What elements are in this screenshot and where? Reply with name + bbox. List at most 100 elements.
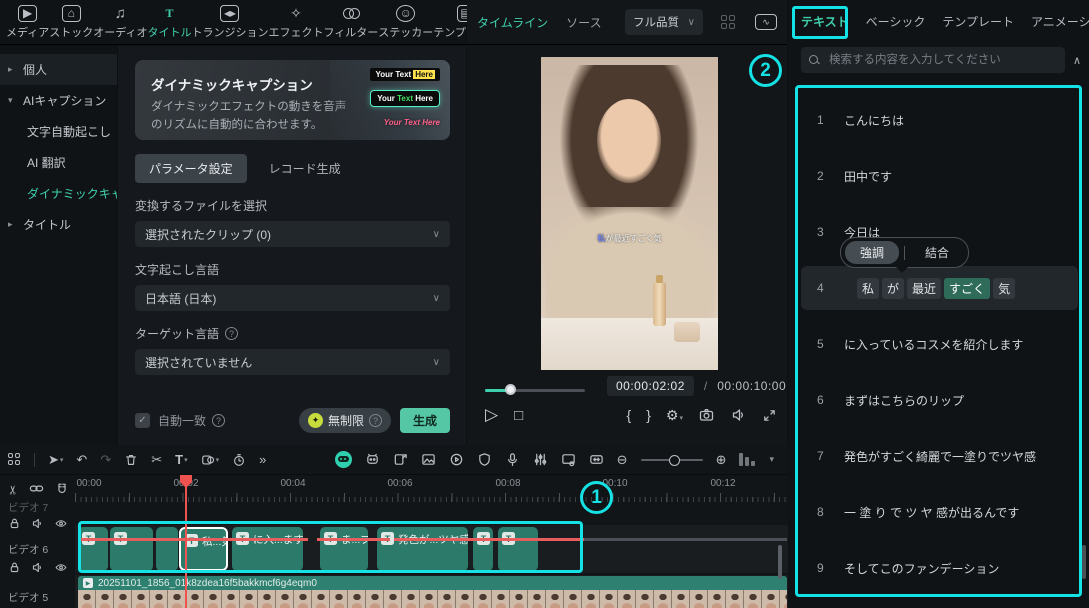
word-chip[interactable]: 気 (993, 278, 1015, 299)
timeline-scrollbar-thumb[interactable] (778, 545, 782, 579)
mark-out-icon[interactable]: } (646, 407, 651, 423)
hide-track-icon[interactable] (54, 561, 68, 577)
scrollbar-thumb[interactable] (1082, 545, 1086, 579)
text-clip[interactable]: T... (498, 527, 538, 571)
mark-in-icon[interactable]: { (627, 407, 632, 423)
delete-icon[interactable] (124, 453, 138, 467)
fullscreen-icon[interactable] (762, 408, 777, 423)
tab-media[interactable]: ▶メディア (6, 5, 49, 40)
more-tools-icon[interactable]: » (259, 452, 266, 467)
sidebar-item-personal[interactable]: ▸個人 (0, 54, 117, 85)
list-item[interactable]: 1こんにちは (788, 92, 1089, 148)
select-tool-icon[interactable]: ➤▾ (48, 452, 63, 468)
text-clip[interactable] (156, 527, 178, 571)
auto-match-checkbox[interactable]: ✓ (135, 413, 150, 428)
help-icon[interactable]: ? (225, 327, 238, 340)
list-item[interactable]: 8一 塗 り で ツ ヤ 感が出るんです (788, 484, 1089, 540)
link-clips-icon[interactable] (29, 481, 44, 499)
selected-row-body[interactable]: 4 私 が 最近 すごく 気 (801, 266, 1078, 310)
selected-clips-dropdown[interactable]: 選択されたクリップ (0)∨ (135, 221, 450, 247)
ai-bot-outline-icon[interactable] (365, 452, 380, 467)
row-text[interactable]: に入っているコスメを紹介します (844, 336, 1023, 353)
collapse-panel-icon[interactable]: ∧ (1073, 54, 1081, 67)
scopes-icon[interactable]: ∿ (755, 14, 777, 30)
screen-record-icon[interactable] (561, 452, 576, 467)
snap-magnet-icon[interactable] (55, 482, 69, 499)
sidebar-item-title[interactable]: ▸タイトル (0, 209, 117, 240)
sidebar-item-auto-transcribe[interactable]: 文字自動起こし (0, 116, 117, 147)
unlimited-badge[interactable]: ✦無制限? (299, 408, 391, 433)
text-clip[interactable]: T (78, 527, 108, 571)
sidebar-item-ai-caption[interactable]: ▾AIキャプション (0, 85, 117, 116)
tab-template[interactable]: テンプレート (942, 13, 1014, 30)
track-height-icon[interactable] (739, 453, 755, 466)
speed-timer-icon[interactable] (232, 453, 246, 467)
quality-dropdown[interactable]: フル品質∨ (625, 9, 703, 35)
tab-title[interactable]: Tタイトル (147, 5, 191, 40)
text-clip[interactable]: Tに入...ます (232, 527, 303, 571)
row-text[interactable]: 発色がすごく綺麗で一塗りでツヤ感 (844, 448, 1036, 465)
video-preview[interactable]: 私が最近すごく気 (541, 57, 718, 370)
ai-assistant-icon[interactable] (335, 451, 352, 468)
tab-basic[interactable]: ベーシック (866, 13, 926, 30)
scene-detect-icon[interactable] (421, 452, 436, 467)
speaker-icon[interactable] (730, 407, 747, 423)
target-language-dropdown[interactable]: 選択されていません∨ (135, 349, 450, 375)
playhead[interactable] (185, 475, 187, 608)
tab-record-generate[interactable]: レコード生成 (269, 154, 341, 183)
transcribe-language-dropdown[interactable]: 日本語 (日本)∨ (135, 285, 450, 311)
split-scissors-icon[interactable]: ✂ (151, 452, 162, 468)
seek-track[interactable] (485, 389, 585, 392)
tab-text[interactable]: テキスト (801, 13, 849, 30)
emphasis-button[interactable]: 強調 (845, 241, 899, 264)
shield-icon[interactable] (477, 452, 492, 467)
tab-stock[interactable]: ⌂ストック (49, 5, 93, 40)
preview-seekbar[interactable] (485, 383, 585, 397)
list-item[interactable]: 5に入っているコスメを紹介します (788, 316, 1089, 372)
tab-audio[interactable]: ♫オーディオ (93, 5, 147, 40)
list-item[interactable]: 2田中です (788, 148, 1089, 204)
generate-button[interactable]: 生成 (400, 408, 450, 433)
tab-transition[interactable]: ◂▸トランジション (191, 5, 268, 40)
tab-effect[interactable]: ✧エフェクト (268, 5, 323, 40)
text-clip[interactable]: Tま...プ (320, 527, 368, 571)
play-button[interactable]: ▷ (485, 405, 498, 425)
seek-handle[interactable] (505, 384, 516, 395)
sidebar-item-dynamic-caption[interactable]: ダイナミックキャプシ... (0, 178, 117, 209)
word-chip[interactable]: が (882, 278, 904, 299)
zoom-out-icon[interactable]: ⊖ (617, 452, 628, 468)
list-item-selected[interactable]: 強調 結合 4 私 が 最近 すごく 気 (788, 260, 1089, 316)
tab-parameter-settings[interactable]: パラメータ設定 (135, 154, 247, 183)
mask-icon[interactable]: ▾ (201, 453, 220, 467)
timeline-zoom-slider[interactable] (641, 459, 703, 461)
undo-icon[interactable]: ↶ (76, 452, 87, 468)
stop-button[interactable]: □ (514, 407, 523, 424)
row-text[interactable]: 田中です (844, 168, 892, 185)
tab-timeline-preview[interactable]: タイムライン (477, 14, 548, 31)
tab-source-preview[interactable]: ソース (566, 14, 601, 31)
row-text[interactable]: こんにちは (844, 112, 904, 129)
help-icon[interactable]: ? (212, 414, 225, 427)
speed-ramp-icon[interactable] (449, 452, 464, 467)
search-box[interactable] (801, 47, 1065, 73)
media-browser-icon[interactable] (8, 453, 21, 466)
mute-track-icon[interactable] (31, 561, 44, 577)
tab-animation[interactable]: アニメーション (1031, 13, 1089, 30)
tab-filter[interactable]: フィルター (323, 5, 378, 40)
list-item[interactable]: 9そしてこのファンデーション (788, 540, 1089, 596)
text-clip[interactable]: T (473, 527, 493, 571)
sidebar-item-ai-translate[interactable]: AI 翻訳 (0, 147, 117, 178)
chevron-down-icon[interactable]: ▾ (769, 454, 774, 465)
lock-track-icon[interactable] (8, 561, 21, 577)
text-tool-icon[interactable]: T▾ (175, 452, 187, 467)
audio-mixer-icon[interactable] (533, 452, 548, 467)
row-text[interactable]: まずはこちらのリップ (844, 392, 964, 409)
row-text[interactable]: 一 塗 り で ツ ヤ 感が出るんです (844, 504, 1019, 521)
merge-button[interactable]: 結合 (910, 241, 964, 264)
gear-icon[interactable]: ⚙▾ (666, 407, 683, 424)
voiceover-mic-icon[interactable] (505, 452, 520, 467)
tab-sticker[interactable]: ☺ステッカー (378, 5, 433, 40)
mute-track-icon[interactable] (31, 517, 44, 533)
razor-tool-icon[interactable]: ✂ (6, 485, 20, 495)
word-chip[interactable]: 最近 (907, 278, 941, 299)
